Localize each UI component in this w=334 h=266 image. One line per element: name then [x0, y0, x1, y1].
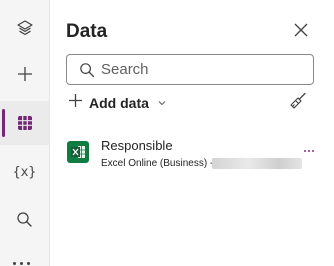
layers-icon [16, 19, 34, 37]
left-rail: {x} [0, 0, 50, 266]
redacted-account [212, 158, 302, 169]
add-data-button[interactable]: Add data [68, 93, 167, 113]
more-options-icon[interactable] [304, 150, 314, 152]
excel-icon [67, 141, 89, 163]
search-box[interactable] [66, 54, 314, 85]
insert-button[interactable] [0, 52, 49, 96]
clear-button[interactable] [287, 92, 309, 114]
search-icon [16, 211, 33, 228]
panel-title: Data [66, 21, 108, 42]
data-icon [17, 115, 33, 131]
data-source-item[interactable]: Responsible Excel Online (Business) - [50, 130, 334, 178]
search-rail-button[interactable] [0, 197, 49, 241]
data-panel: Data Add data [50, 0, 334, 266]
tree-view-button[interactable] [0, 6, 49, 50]
search-input[interactable] [101, 61, 291, 78]
add-icon [68, 93, 83, 113]
data-source-connector: Excel Online (Business) - [101, 158, 214, 169]
close-button[interactable] [291, 22, 311, 42]
add-icon [16, 65, 34, 83]
active-indicator [2, 109, 5, 137]
more-icon[interactable] [13, 262, 37, 266]
add-data-label: Add data [89, 95, 149, 111]
chevron-down-icon [157, 98, 167, 108]
variables-icon: {x} [12, 164, 37, 180]
variables-button[interactable]: {x} [0, 150, 49, 194]
data-source-name: Responsible [101, 138, 173, 153]
search-icon [79, 62, 95, 78]
data-button[interactable] [0, 101, 49, 145]
broom-icon [289, 92, 307, 115]
close-icon [294, 23, 308, 42]
